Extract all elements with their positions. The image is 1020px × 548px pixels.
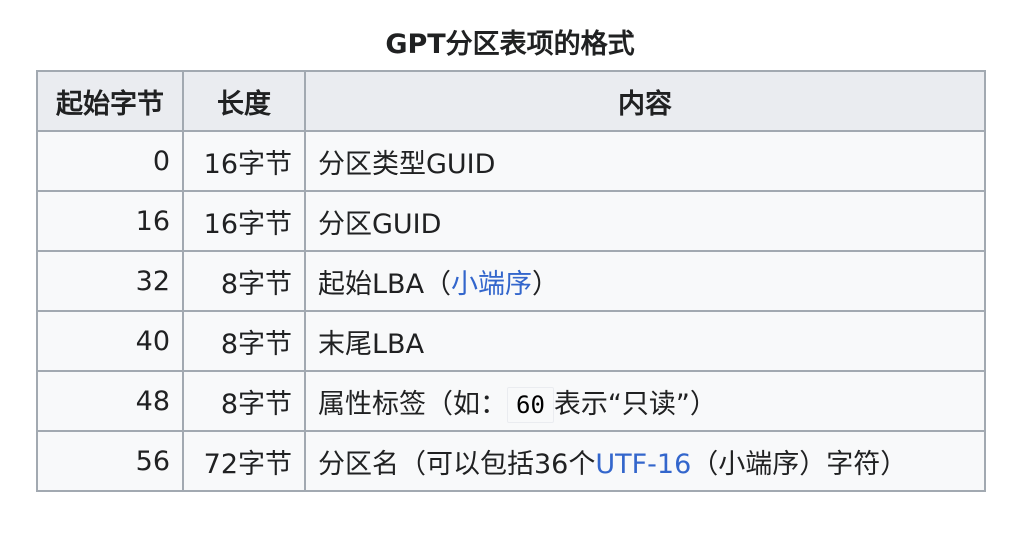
start-byte-cell: 0 <box>36 130 184 192</box>
header-row: 起始字节 长度 内容 <box>36 70 986 132</box>
content-cell: 分区GUID <box>304 190 986 252</box>
content-cell: 属性标签（如： 60 表示“只读”） <box>304 370 986 432</box>
content-cell: 末尾LBA <box>304 310 986 372</box>
header-content: 内容 <box>304 70 986 132</box>
table-row: 48 8字节 属性标签（如： 60 表示“只读”） <box>36 370 986 432</box>
length-cell: 16字节 <box>182 190 306 252</box>
little-endian-link[interactable]: 小端序 <box>451 269 532 300</box>
length-cell: 8字节 <box>182 250 306 312</box>
content-text: 表示“只读”） <box>553 388 717 420</box>
header-length: 长度 <box>182 70 306 132</box>
length-cell: 16字节 <box>182 130 306 192</box>
start-byte-cell: 48 <box>36 370 184 432</box>
length-cell: 72字节 <box>182 430 306 492</box>
content-cell: 起始LBA（小端序） <box>304 250 986 312</box>
start-byte-cell: 40 <box>36 310 184 372</box>
table-row: 32 8字节 起始LBA（小端序） <box>36 250 986 312</box>
length-cell: 8字节 <box>182 310 306 372</box>
header-start-byte: 起始字节 <box>36 70 184 132</box>
length-cell: 8字节 <box>182 370 306 432</box>
table-row: 40 8字节 末尾LBA <box>36 310 986 372</box>
content-cell: 分区类型GUID <box>304 130 986 192</box>
content-text: （小端序）字符） <box>691 448 908 480</box>
table-caption: GPT分区表项的格式 <box>385 29 635 60</box>
page: GPT分区表项的格式 起始字节 长度 内容 0 16字节 分区类型GUID 16… <box>0 0 1020 548</box>
content-cell: 分区名（可以包括36个UTF-16（小端序）字符） <box>304 430 986 492</box>
content-text: ） <box>532 268 560 300</box>
content-text: 分区名（可以包括36个 <box>318 448 596 480</box>
content-text: 属性标签（如： <box>318 388 507 420</box>
start-byte-cell: 56 <box>36 430 184 492</box>
code-snippet: 60 <box>507 386 554 423</box>
content-text: 起始LBA（ <box>318 268 452 300</box>
table-row: 0 16字节 分区类型GUID <box>36 130 986 192</box>
gpt-partition-entry-table: 起始字节 长度 内容 0 16字节 分区类型GUID 16 16字节 分区GUI… <box>36 70 986 492</box>
utf16-link[interactable]: UTF-16 <box>595 449 691 480</box>
start-byte-cell: 16 <box>36 190 184 252</box>
table-row: 56 72字节 分区名（可以包括36个UTF-16（小端序）字符） <box>36 430 986 492</box>
start-byte-cell: 32 <box>36 250 184 312</box>
table-row: 16 16字节 分区GUID <box>36 190 986 252</box>
